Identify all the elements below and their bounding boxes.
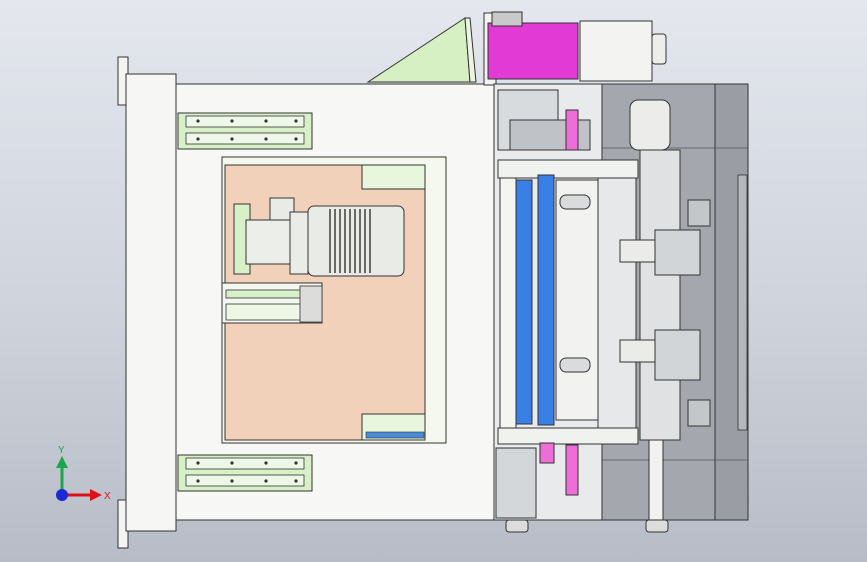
axis-triad: X Y: [56, 445, 111, 502]
cad-viewport[interactable]: X Y: [0, 0, 867, 562]
servo-motor: [487, 11, 667, 82]
z-axis-dot: [56, 489, 68, 501]
top-bracket: [366, 12, 497, 86]
left-flange: [117, 56, 177, 549]
x-axis-label: X: [104, 491, 111, 502]
y-axis-label: Y: [58, 445, 65, 456]
model-drawing: X Y: [56, 11, 749, 549]
mount-plate: [221, 156, 447, 444]
